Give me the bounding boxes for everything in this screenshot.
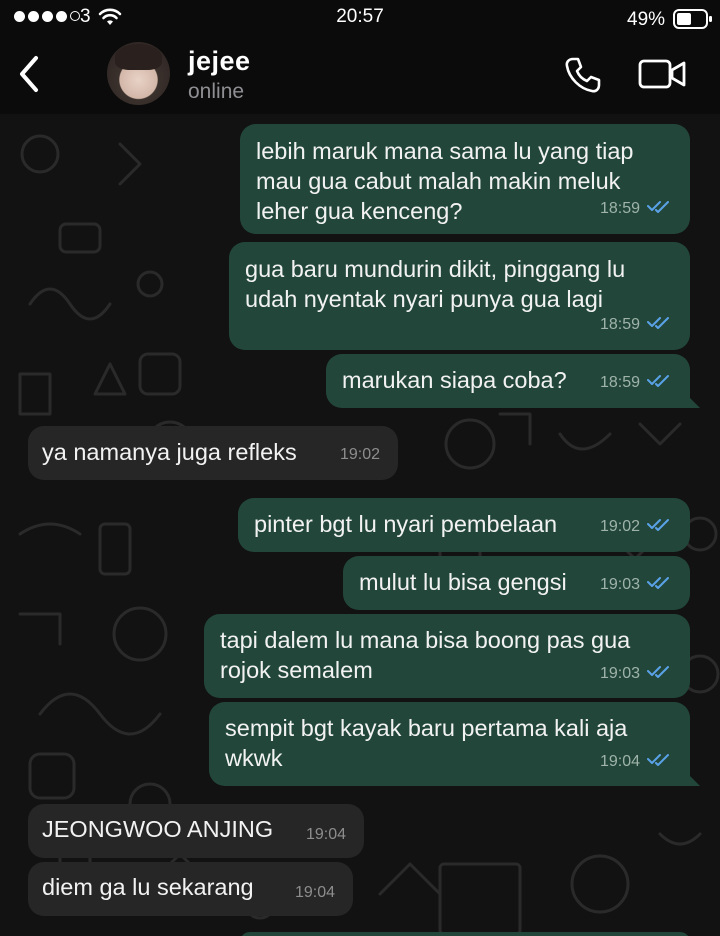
message-time: 19:04 xyxy=(305,826,346,843)
chat-screen: 3 20:57 49% jejee online lebih maruk man… xyxy=(0,0,720,936)
battery-icon xyxy=(673,9,713,35)
read-receipt-icon xyxy=(646,368,672,398)
message-text: mulut lu bisa gengsi xyxy=(359,569,567,595)
read-receipt-icon xyxy=(646,659,672,689)
message-meta: 18:59 xyxy=(600,194,672,224)
read-receipt-icon xyxy=(646,570,672,600)
message-meta: 19:04 xyxy=(600,747,672,777)
message-meta: 19:02 xyxy=(340,440,380,470)
read-receipt-icon xyxy=(646,194,672,224)
message-bubble-outgoing[interactable]: tapi dalem lu mana bisa boong pas gua ro… xyxy=(204,614,690,698)
message-bubble-outgoing[interactable] xyxy=(240,932,690,936)
battery-percent: 49% xyxy=(627,9,666,30)
message-meta: 19:03 xyxy=(600,570,672,600)
message-meta: 19:04 xyxy=(295,878,335,908)
message-meta: 19:04 xyxy=(306,820,346,850)
message-time: 19:04 xyxy=(599,753,640,770)
message-time: 19:02 xyxy=(599,518,640,535)
phone-call-icon[interactable] xyxy=(563,55,603,100)
message-meta: 19:03 xyxy=(600,659,672,689)
bubble-tail xyxy=(686,394,700,408)
message-meta: 18:59 xyxy=(600,368,672,398)
message-list[interactable]: lebih maruk mana sama lu yang tiap mau g… xyxy=(0,114,720,936)
message-text: JEONGWOO ANJING xyxy=(42,816,274,842)
contact-avatar[interactable] xyxy=(107,42,170,105)
message-text: gua baru mundurin dikit, pinggang lu uda… xyxy=(245,256,626,312)
back-chevron-icon[interactable] xyxy=(14,54,44,99)
contact-name[interactable]: jejee xyxy=(188,46,251,77)
message-text: marukan siapa coba? xyxy=(342,367,567,393)
message-time: 18:59 xyxy=(599,200,640,217)
message-time: 19:02 xyxy=(339,446,380,463)
message-meta: 19:02 xyxy=(600,512,672,542)
contact-status: online xyxy=(188,80,245,103)
message-bubble-outgoing[interactable]: marukan siapa coba? 18:59 xyxy=(326,354,700,408)
message-bubble-outgoing[interactable]: gua baru mundurin dikit, pinggang lu uda… xyxy=(229,242,690,350)
message-bubble-outgoing[interactable]: mulut lu bisa gengsi 19:03 xyxy=(343,556,690,610)
message-text: diem ga lu sekarang xyxy=(42,874,254,900)
message-meta: 18:59 xyxy=(600,310,672,340)
clock: 20:57 xyxy=(336,6,384,27)
message-time: 19:04 xyxy=(294,884,335,901)
message-bubble-outgoing[interactable]: sempit bgt kayak baru pertama kali aja w… xyxy=(209,702,700,786)
read-receipt-icon xyxy=(646,512,672,542)
message-time: 19:03 xyxy=(599,665,640,682)
message-bubble-outgoing[interactable]: pinter bgt lu nyari pembelaan 19:02 xyxy=(238,498,690,552)
message-text: sempit bgt kayak baru pertama kali aja w… xyxy=(225,715,628,771)
message-text: ya namanya juga refleks xyxy=(42,439,297,465)
message-bubble-incoming[interactable]: diem ga lu sekarang 19:04 xyxy=(28,862,353,916)
message-text: pinter bgt lu nyari pembelaan xyxy=(254,511,558,537)
read-receipt-icon xyxy=(646,310,672,340)
read-receipt-icon xyxy=(646,747,672,777)
message-bubble-incoming[interactable]: ya namanya juga refleks 19:02 xyxy=(28,426,398,480)
message-bubble-outgoing[interactable]: lebih maruk mana sama lu yang tiap mau g… xyxy=(240,124,690,234)
chat-header: jejee online xyxy=(0,36,720,114)
status-bar: 3 20:57 49% xyxy=(0,0,720,36)
message-time: 18:59 xyxy=(599,316,640,333)
message-time: 19:03 xyxy=(599,576,640,593)
bubble-tail xyxy=(686,772,700,786)
video-call-icon[interactable] xyxy=(638,58,686,95)
message-time: 18:59 xyxy=(599,374,640,391)
message-text: lebih maruk mana sama lu yang tiap mau g… xyxy=(256,138,634,224)
message-text: tapi dalem lu mana bisa boong pas gua ro… xyxy=(220,627,631,683)
message-bubble-incoming[interactable]: JEONGWOO ANJING 19:04 xyxy=(28,804,364,858)
